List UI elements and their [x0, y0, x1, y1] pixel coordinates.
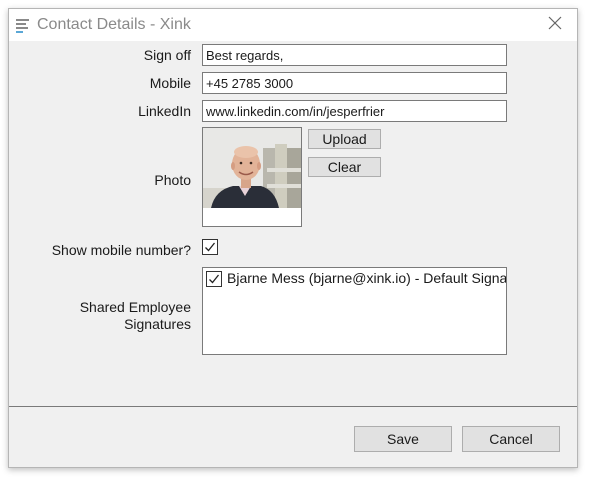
signature-checkbox[interactable] [206, 271, 222, 287]
clear-button[interactable]: Clear [308, 157, 381, 177]
checkmark-icon [205, 242, 216, 252]
title-bar: Contact Details - Xink [9, 9, 577, 41]
list-item[interactable]: Bjarne Mess (bjarne@xink.io) - Default S… [203, 268, 507, 290]
sign-off-label: Sign off [143, 47, 191, 63]
contact-details-dialog: Contact Details - Xink Sign off Mobile L… [8, 8, 578, 468]
save-button[interactable]: Save [354, 426, 452, 452]
checkmark-icon [209, 274, 220, 284]
shared-signatures-list[interactable]: Bjarne Mess (bjarne@xink.io) - Default S… [202, 267, 507, 355]
show-mobile-checkbox[interactable] [202, 239, 218, 255]
close-button[interactable] [533, 9, 577, 41]
window-title: Contact Details - Xink [37, 16, 191, 33]
menu-lines-icon [15, 17, 31, 33]
linkedin-label: LinkedIn [138, 103, 191, 119]
signature-label: Bjarne Mess (bjarne@xink.io) - Default S… [227, 270, 507, 286]
mobile-label: Mobile [149, 75, 191, 91]
shared-signatures-label-line1: Shared Employee [79, 299, 191, 315]
show-mobile-label: Show mobile number? [51, 242, 191, 258]
photo-label: Photo [154, 172, 191, 188]
close-icon [548, 16, 562, 35]
shared-signatures-label-line2: Signatures [124, 316, 191, 332]
profile-photo [202, 127, 302, 227]
mobile-input[interactable] [202, 72, 507, 94]
sign-off-input[interactable] [202, 44, 507, 66]
upload-button[interactable]: Upload [308, 129, 381, 149]
linkedin-input[interactable] [202, 100, 507, 122]
footer-divider [9, 406, 577, 407]
cancel-button[interactable]: Cancel [462, 426, 560, 452]
